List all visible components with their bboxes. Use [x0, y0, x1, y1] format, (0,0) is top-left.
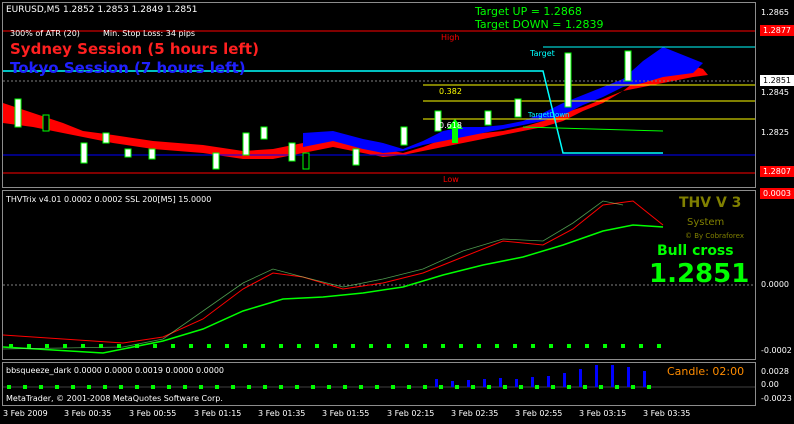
- time-tick: 3 Feb 2009: [3, 409, 48, 418]
- squeeze-scale[interactable]: 0.0028 0.00 -0.0023: [757, 362, 794, 406]
- trix-line-green: [3, 224, 664, 354]
- time-tick: 3 Feb 00:55: [129, 409, 177, 418]
- target-up-label: Target UP = 1.2868: [475, 5, 582, 18]
- target-label: Target: [530, 49, 555, 58]
- low-label: Low: [443, 175, 459, 184]
- time-tick: 3 Feb 00:35: [64, 409, 112, 418]
- copyright-label: MetaTrader, © 2001-2008 MetaQuotes Softw…: [6, 394, 223, 403]
- thv-system-label: System: [687, 217, 725, 228]
- time-tick: 3 Feb 02:15: [387, 409, 435, 418]
- target-down-label: Target DOWN = 1.2839: [475, 18, 604, 31]
- trix-panel[interactable]: THVTrix v4.01 0.0002 0.0002 SSL 200[M5] …: [2, 190, 756, 360]
- time-tick: 3 Feb 01:15: [194, 409, 242, 418]
- trix-title: THVTrix v4.01 0.0002 0.0002 SSL 200[M5] …: [6, 195, 212, 204]
- trix-signal-red: [3, 200, 664, 344]
- stop-loss-label: Min. Stop Loss: 34 pips: [103, 29, 196, 38]
- atr-label: 300% of ATR (20): [10, 29, 80, 38]
- squeeze-tick-top: 0.0028: [761, 367, 789, 376]
- trix-scale[interactable]: 0.0000 -0.0002: [757, 190, 794, 360]
- squeeze-bars: [435, 365, 646, 387]
- price-tick: 1.2825: [761, 128, 789, 137]
- thv-title: THV V 3: [679, 195, 742, 211]
- symbol-label: EURUSD,M5 1.2852 1.2853 1.2849 1.2851: [6, 5, 198, 15]
- fib-382-label: 0.382: [439, 87, 462, 96]
- green-trend-line: [522, 126, 664, 132]
- high-price-tag: 1.2877: [760, 25, 794, 36]
- time-tick: 3 Feb 03:15: [579, 409, 627, 418]
- tokyo-session-label: Tokyo Session (7 hours left): [10, 59, 246, 77]
- thv-credit: © By Cobraforex: [685, 232, 744, 240]
- fib-618-label: 0.618: [439, 121, 462, 130]
- main-chart-panel[interactable]: EURUSD,M5 1.2852 1.2853 1.2849 1.2851 30…: [2, 2, 756, 188]
- target-down-marker: TargetDown: [528, 111, 570, 119]
- time-tick: 3 Feb 02:35: [451, 409, 499, 418]
- time-tick: 3 Feb 03:35: [643, 409, 691, 418]
- high-label: High: [441, 33, 460, 42]
- trix-line-light: [3, 200, 624, 350]
- time-tick: 3 Feb 02:55: [515, 409, 563, 418]
- price-tick: 1.2845: [761, 88, 789, 97]
- squeeze-panel[interactable]: bbsqueeze_dark 0.0000 0.0000 0.0019 0.00…: [2, 362, 756, 406]
- time-tick: 3 Feb 01:55: [322, 409, 370, 418]
- squeeze-dots: [7, 385, 651, 389]
- squeeze-tick-mid: 0.00: [761, 380, 779, 389]
- trix-graphics: [3, 200, 755, 354]
- trix-scale-top-tag: 0.0003: [760, 188, 794, 199]
- current-price-tag: 1.2851: [760, 75, 794, 86]
- trix-tick-bottom: -0.0002: [761, 346, 792, 355]
- ichimoku-ribbon-blue: [303, 47, 703, 153]
- candle-timer: Candle: 02:00: [667, 365, 745, 378]
- bull-cross-label: Bull cross: [657, 243, 734, 259]
- time-tick: 3 Feb 01:35: [258, 409, 306, 418]
- low-price-tag: 1.2807: [760, 166, 794, 177]
- squeeze-tick-bottom: -0.0023: [761, 394, 792, 403]
- price-tick: 1.2865: [761, 8, 789, 17]
- sydney-session-label: Sydney Session (5 hours left): [10, 40, 259, 58]
- bull-cross-price: 1.2851: [649, 259, 750, 289]
- trix-tick-mid: 0.0000: [761, 280, 789, 289]
- squeeze-title: bbsqueeze_dark 0.0000 0.0000 0.0019 0.00…: [6, 366, 225, 375]
